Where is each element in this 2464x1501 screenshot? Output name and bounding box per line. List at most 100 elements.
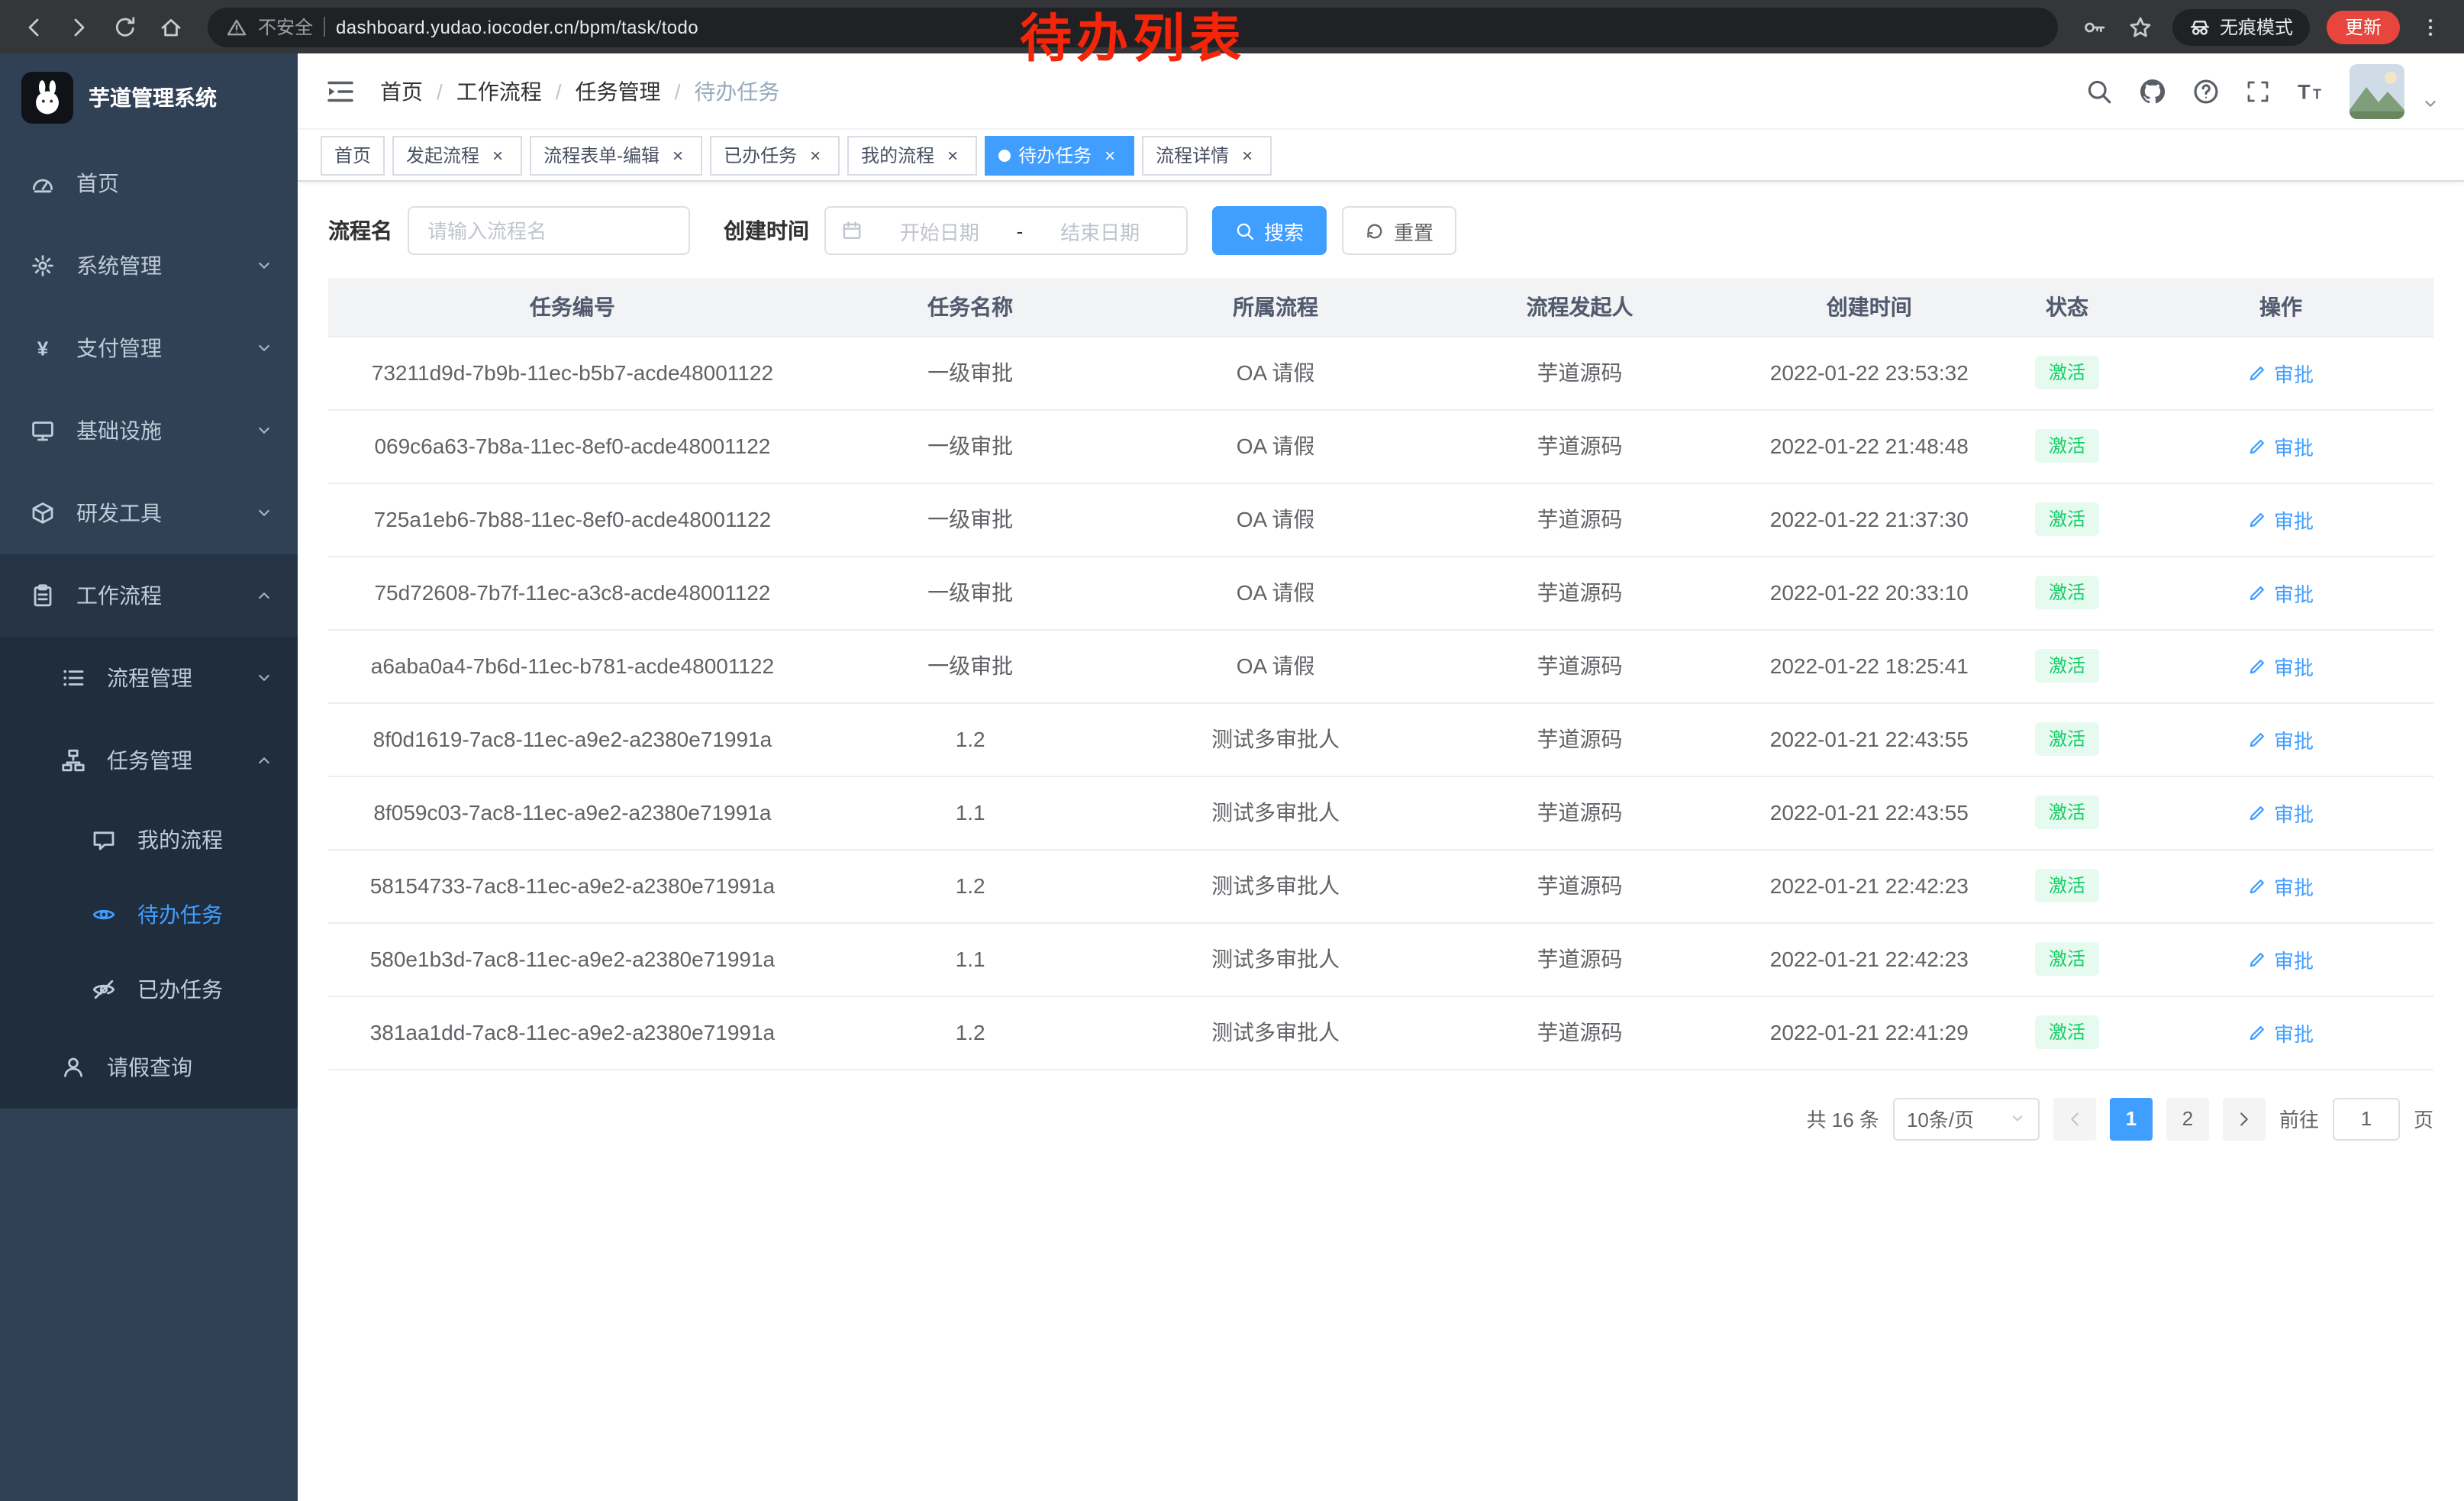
action-cell: 审批 [2128,556,2433,629]
table-row: 75d72608-7b7f-11ec-a3c8-acde48001122一级审批… [328,556,2433,629]
sidebar-item-label: 支付管理 [76,333,162,363]
password-key-button[interactable] [2073,5,2116,48]
breadcrumb-item[interactable]: 工作流程 [456,76,542,106]
browser-home-button[interactable] [150,5,192,48]
approve-link[interactable]: 审批 [2248,944,2314,973]
browser-back-button[interactable] [12,5,55,48]
sidebar-item-process-management[interactable]: 流程管理 [0,637,298,719]
process-name-input[interactable] [408,206,690,255]
column-header: 任务编号 [328,278,817,336]
approve-link[interactable]: 审批 [2248,798,2314,827]
home-icon [159,15,183,39]
tab-process-form-edit[interactable]: 流程表单-编辑 × [530,135,702,175]
tab-label: 我的流程 [861,142,934,168]
table-row: 8f059c03-7ac8-11ec-a9e2-a2380e71991a1.1测… [328,776,2433,849]
pencil-icon [2248,729,2268,749]
bookmark-star-button[interactable] [2119,5,2162,48]
initiator-cell: 芋道源码 [1427,702,1733,776]
tab-label: 待办任务 [1018,142,1092,168]
approve-link[interactable]: 审批 [2248,1018,2314,1047]
chevron-down-icon [255,339,273,357]
page-button-1[interactable]: 1 [2110,1097,2153,1140]
user-avatar[interactable] [2350,63,2404,118]
sidebar-item-payment-management[interactable]: ¥支付管理 [0,307,298,389]
table-row: 8f0d1619-7ac8-11ec-a9e2-a2380e71991a1.2测… [328,702,2433,776]
chevron-up-icon [255,751,273,770]
breadcrumb-item: 待办任务 [694,76,779,106]
browser-forward-button[interactable] [58,5,101,48]
prev-page-button[interactable] [2053,1097,2096,1140]
search-icon[interactable] [2085,77,2113,105]
reset-button[interactable]: 重置 [1342,206,1456,255]
tab-close-icon[interactable]: × [805,144,826,166]
tab-process-detail[interactable]: 流程详情× [1142,135,1272,175]
approve-link[interactable]: 审批 [2248,358,2314,387]
table-row: a6aba0a4-7b6d-11ec-b781-acde48001122一级审批… [328,629,2433,702]
page-button-2[interactable]: 2 [2166,1097,2209,1140]
github-icon[interactable] [2139,77,2166,105]
date-range-picker[interactable]: 开始日期 - 结束日期 [824,206,1188,255]
avatar-caret-down-icon[interactable] [2421,94,2440,112]
app-logo[interactable]: 芋道管理系统 [0,53,298,142]
breadcrumb-item[interactable]: 首页 [380,76,423,106]
breadcrumb-item[interactable]: 任务管理 [576,76,661,106]
next-arrow-icon [2235,1109,2253,1128]
sidebar-item-workflow[interactable]: 工作流程 [0,554,298,637]
goto-page-input[interactable] [2333,1097,2400,1140]
browser-refresh-button[interactable] [104,5,147,48]
tab-home[interactable]: 首页 [321,135,385,175]
approve-link[interactable]: 审批 [2248,578,2314,607]
page-size-select[interactable]: 10条/页 [1893,1097,2040,1140]
help-icon[interactable] [2192,77,2220,105]
sidebar-item-done-tasks[interactable]: 已办任务 [0,951,298,1026]
chevron-down-icon [255,504,273,522]
sidebar-item-home[interactable]: 首页 [0,142,298,224]
task-id-cell: 8f0d1619-7ac8-11ec-a9e2-a2380e71991a [328,702,817,776]
sidebar-item-label: 研发工具 [76,498,162,528]
tab-label: 首页 [334,142,371,168]
tab-my-process[interactable]: 我的流程 × [847,135,977,175]
sidebar-item-task-management[interactable]: 任务管理 [0,719,298,802]
next-page-button[interactable] [2223,1097,2266,1140]
sidebar-item-dev-tools[interactable]: 研发工具 [0,472,298,554]
action-cell: 审批 [2128,776,2433,849]
approve-link[interactable]: 审批 [2248,725,2314,754]
sidebar-item-my-process[interactable]: 我的流程 [0,802,298,876]
create-time-cell: 2022-01-21 22:41:29 [1733,996,2007,1069]
sidebar-toggle-button[interactable] [325,76,356,106]
browser-menu-button[interactable] [2409,5,2452,48]
approve-link[interactable]: 审批 [2248,651,2314,680]
pencil-icon [2248,436,2268,456]
tab-close-icon[interactable]: × [1237,144,1258,166]
approve-link[interactable]: 审批 [2248,505,2314,534]
process-cell: OA 请假 [1124,409,1427,483]
sidebar-item-leave-query[interactable]: 请假查询 [0,1026,298,1109]
task-name-cell: 一级审批 [817,556,1124,629]
tab-label: 流程表单-编辑 [543,142,660,168]
process-cell: OA 请假 [1124,629,1427,702]
update-button[interactable]: 更新 [2327,10,2400,44]
fullscreen-icon[interactable] [2246,79,2270,103]
chevron-down-icon [255,421,273,440]
tab-start-process[interactable]: 发起流程× [392,135,522,175]
font-size-icon[interactable]: TT [2296,77,2324,105]
tree-icon [61,748,85,773]
column-header: 操作 [2128,278,2433,336]
create-time-cell: 2022-01-22 21:48:48 [1733,409,2007,483]
approve-link[interactable]: 审批 [2248,871,2314,900]
svg-text:T: T [2298,79,2311,102]
search-button[interactable]: 搜索 [1212,206,1327,255]
tab-close-icon[interactable]: × [942,144,963,166]
sidebar-item-infrastructure[interactable]: 基础设施 [0,389,298,472]
approve-link[interactable]: 审批 [2248,431,2314,460]
tab-close-icon[interactable]: × [1099,144,1121,166]
pencil-icon [2248,1022,2268,1042]
tab-done-tasks[interactable]: 已办任务× [710,135,840,175]
approve-label: 审批 [2274,358,2314,387]
tab-close-icon[interactable]: × [667,144,689,166]
tab-close-icon[interactable]: × [487,144,508,166]
tab-todo-tasks[interactable]: 待办任务 × [985,135,1134,175]
sidebar-item-system-management[interactable]: 系统管理 [0,224,298,307]
pagination: 共 16 条 10条/页 12 前往 页 [298,1070,2464,1167]
sidebar-item-todo-tasks[interactable]: 待办任务 [0,876,298,951]
